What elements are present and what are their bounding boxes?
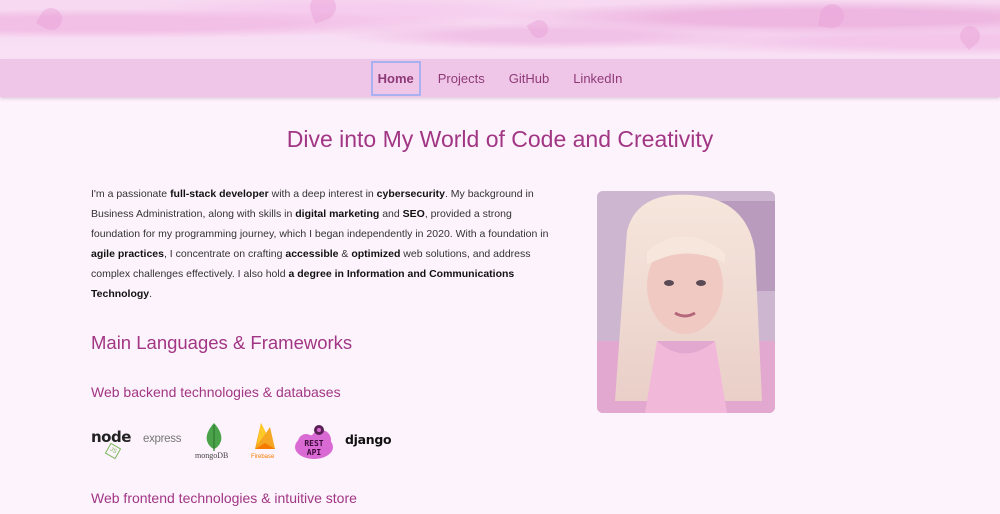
nav-github-link[interactable]: GitHub	[502, 62, 556, 95]
nodejs-logo: node JS	[91, 429, 133, 460]
firebase-logo-text: Firebase	[251, 454, 275, 460]
firebase-flame-icon	[255, 423, 275, 449]
mongodb-leaf-icon	[206, 423, 222, 451]
nodejs-sub-text: JS	[108, 446, 118, 456]
main-navbar: Home Projects GitHub LinkedIn	[0, 59, 1000, 97]
rest-api-text-1: REST	[304, 439, 324, 448]
frontend-section-title: Web frontend technologies & intuitive st…	[91, 490, 357, 506]
languages-section-title: Main Languages & Frameworks	[91, 332, 353, 353]
header-banner	[0, 0, 1000, 59]
nav-home-link[interactable]: Home	[370, 60, 421, 96]
mongodb-logo: mongoDB	[195, 421, 233, 463]
nav-linkedin-link[interactable]: LinkedIn	[566, 62, 629, 95]
profile-photo	[597, 191, 775, 413]
bio-paragraph: I'm a passionate full-stack developer wi…	[91, 188, 549, 300]
django-logo: django	[345, 432, 392, 447]
rest-api-logo: REST API	[294, 422, 334, 462]
backend-section-title: Web backend technologies & databases	[91, 384, 341, 400]
rest-api-logo-text: REST API	[294, 439, 334, 457]
express-logo: express	[143, 433, 182, 445]
mongodb-logo-text: mongoDB	[195, 451, 229, 460]
nav-projects-link[interactable]: Projects	[431, 62, 492, 95]
page-title: Dive into My World of Code and Creativit…	[286, 126, 714, 152]
rest-api-text-2: API	[306, 448, 322, 457]
profile-photo-icon	[597, 191, 775, 413]
firebase-logo: Firebase	[251, 421, 279, 463]
